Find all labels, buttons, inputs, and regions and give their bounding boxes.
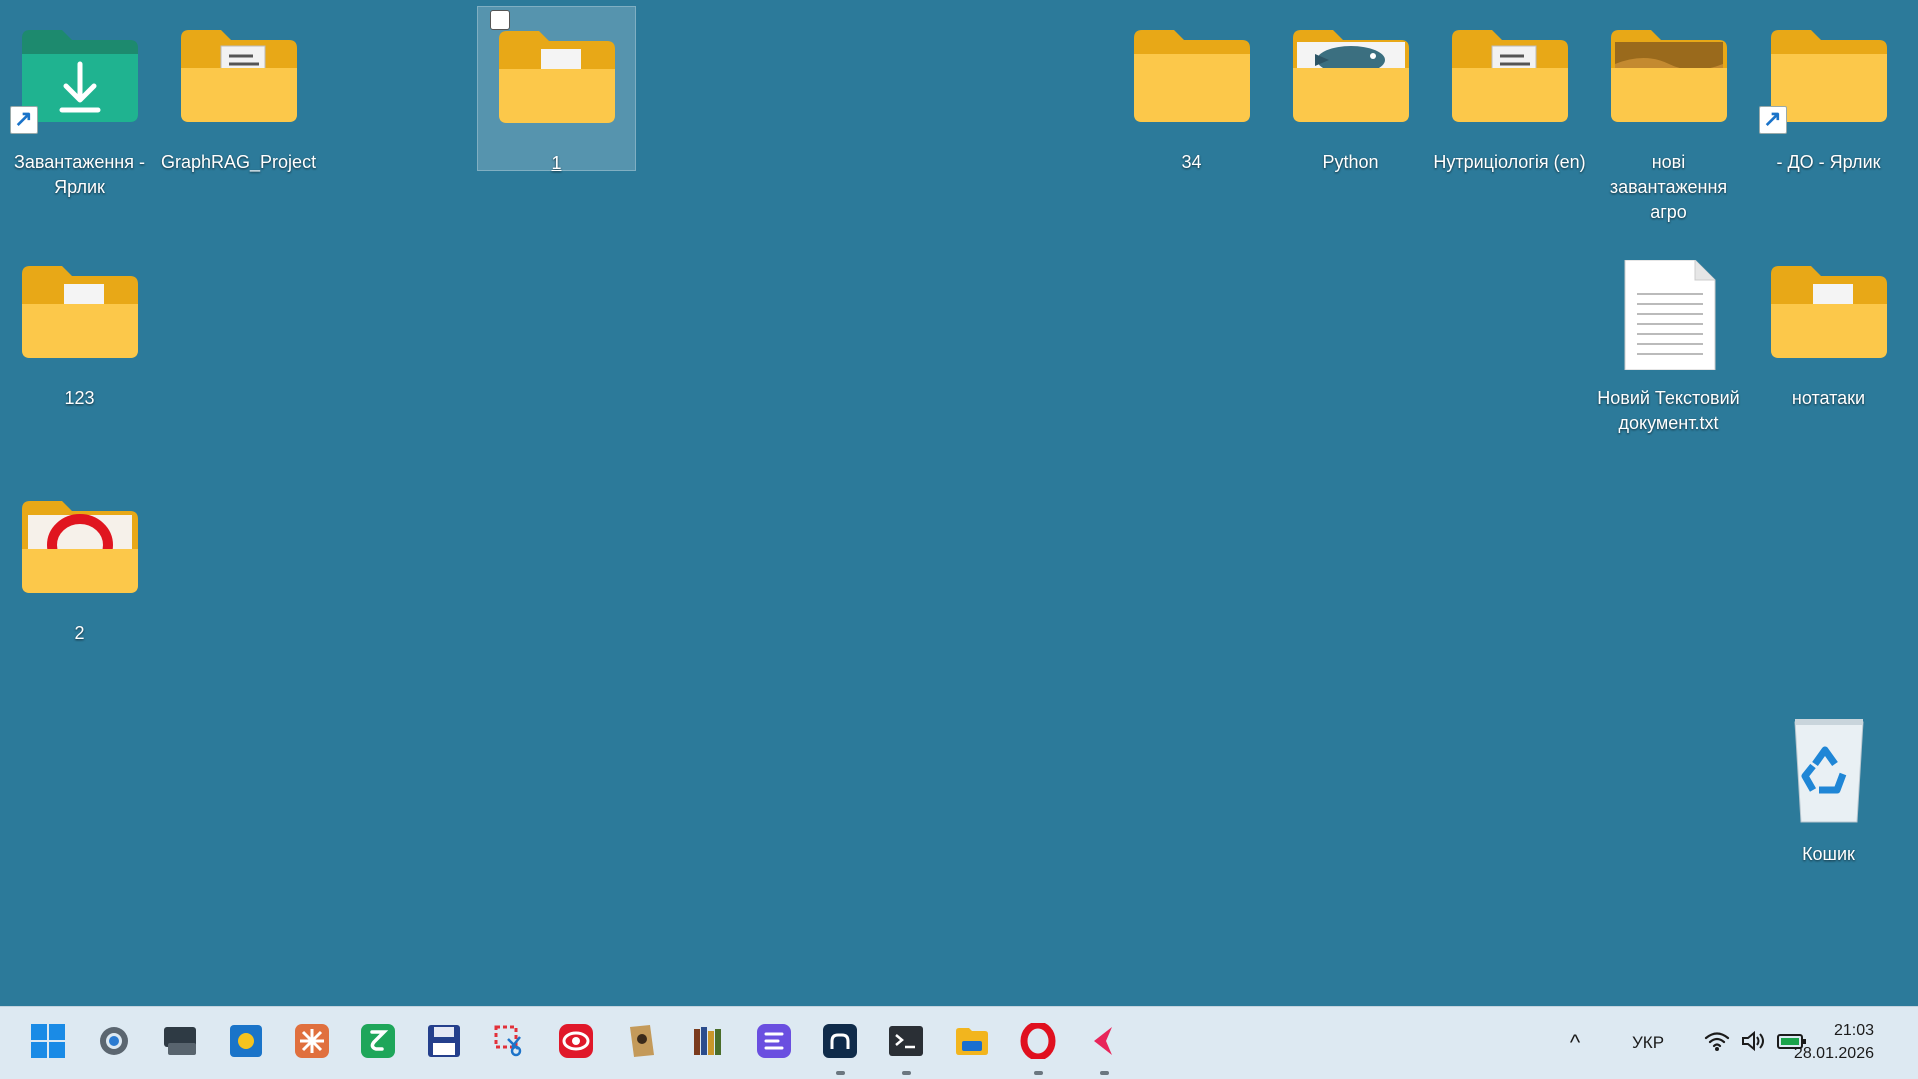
floppy-icon <box>428 1025 460 1057</box>
taskbar-text-app[interactable] <box>754 1021 794 1061</box>
taskbar: ^ УКР 21:03 28.01.2026 <box>0 1006 1918 1079</box>
clock-time: 21:03 <box>1833 1022 1874 1039</box>
folder-icon <box>1607 24 1731 134</box>
desktop-icon-do-shortcut[interactable]: ↗ - ДО - Ярлик <box>1749 6 1908 175</box>
desktop-icon-label: GraphRAG_Project <box>161 152 317 172</box>
desktop-icon-label: Кошик <box>1802 844 1855 864</box>
desktop-icon-python[interactable]: Python <box>1271 6 1430 175</box>
taskbar-green-app[interactable] <box>358 1021 398 1061</box>
folder-icon <box>18 495 142 605</box>
keyboard-icon <box>164 1027 196 1055</box>
folder-icon <box>1448 24 1572 134</box>
book-icon <box>630 1025 654 1057</box>
arrow-icon <box>1094 1027 1112 1055</box>
folder-shortcut-icon: ↗ <box>1758 24 1891 134</box>
running-indicator <box>902 1071 911 1075</box>
desktop-icon-folder-34[interactable]: 34 <box>1112 6 1271 175</box>
red-eye-icon <box>559 1024 593 1058</box>
desktop-icon-label: Завантаження - Ярлик <box>14 152 145 197</box>
gear-icon <box>100 1027 128 1055</box>
recycle-bin-icon <box>1767 716 1891 826</box>
system-tray: ^ УКР <box>1560 1007 1808 1079</box>
desktop-icon-folder-2[interactable]: 2 <box>0 477 159 646</box>
desktop-icon-recycle-bin[interactable]: Кошик <box>1749 698 1908 867</box>
text-file-icon <box>1607 259 1731 371</box>
zeta-icon <box>361 1024 395 1058</box>
desktop-icon-label: 34 <box>1181 152 1202 172</box>
folder-icon <box>1767 260 1891 370</box>
taskbar-library-app[interactable] <box>688 1021 728 1061</box>
shortcut-arrow-icon: ↗ <box>1758 106 1787 134</box>
windows-tile-icon <box>230 1025 262 1057</box>
sparkle-icon <box>295 1024 329 1058</box>
desktop-icon-graphrag-project[interactable]: GraphRAG_Project <box>159 6 318 175</box>
taskbar-snipping-tool[interactable] <box>490 1021 530 1061</box>
taskbar-arrow-app[interactable] <box>1084 1021 1124 1075</box>
shortcut-arrow-icon: ↗ <box>9 106 38 134</box>
taskbar-windows-explorer-app[interactable] <box>226 1021 266 1061</box>
desktop-icon-label: 1 <box>551 153 562 173</box>
running-indicator <box>1100 1071 1109 1075</box>
desktop-icon-nutriciologia[interactable]: Нутриціологія (en) <box>1430 6 1589 175</box>
desktop-icon-new-text-document[interactable]: Новий Текстовий документ.txt <box>1589 242 1748 436</box>
running-indicator <box>1034 1071 1043 1075</box>
desktop-icon-downloads-shortcut[interactable]: ↗ Завантаження - Ярлик <box>0 6 159 200</box>
desktop-icon-label: нотатаки <box>1791 388 1866 408</box>
lines-icon <box>757 1024 791 1058</box>
taskbar-opera[interactable] <box>1018 1021 1058 1075</box>
language-indicator[interactable]: УКР <box>1632 1033 1664 1053</box>
desktop-icon-label: 2 <box>74 623 85 643</box>
prompt-icon <box>823 1024 857 1058</box>
desktop-icon-label: Новий Текстовий документ.txt <box>1597 388 1740 433</box>
windows-logo-icon <box>31 1024 65 1058</box>
taskbar-terminal[interactable] <box>886 1021 926 1075</box>
desktop-icon-label: 123 <box>64 388 95 408</box>
start-button[interactable] <box>28 1021 68 1061</box>
taskbar-notes-app[interactable] <box>622 1021 662 1061</box>
clock[interactable]: 21:03 28.01.2026 <box>1794 1019 1874 1065</box>
desktop-icon-notataky[interactable]: нотатаки <box>1749 242 1908 411</box>
desktop-icon-label: Python <box>1322 152 1379 172</box>
desktop-icon-folder-1[interactable]: 1 <box>477 6 636 173</box>
opera-icon <box>1020 1023 1056 1059</box>
desktop-icon-label: - ДО - Ярлик <box>1776 152 1881 172</box>
folder-icon <box>1289 24 1413 134</box>
folder-icon <box>495 25 619 135</box>
desktop-icon-novi-zavantazhennia[interactable]: нові завантаження агро <box>1589 6 1748 225</box>
taskbar-file-explorer[interactable] <box>952 1021 992 1061</box>
desktop-icon-label: нові завантаження агро <box>1609 152 1728 222</box>
desktop: ↗ Завантаження - Ярлик GraphRAG_Project … <box>0 0 1918 1006</box>
folder-icon <box>18 260 142 370</box>
folder-icon <box>956 1028 988 1055</box>
taskbar-keyboard-app[interactable] <box>160 1021 200 1061</box>
desktop-icon-label: Нутриціологія (en) <box>1433 152 1586 172</box>
folder-icon <box>1130 24 1254 134</box>
download-shortcut-icon: ↗ <box>9 24 142 134</box>
clock-date: 28.01.2026 <box>1793 1045 1874 1062</box>
taskbar-terminal-app-2[interactable] <box>820 1021 860 1075</box>
taskbar-claude-app[interactable] <box>292 1021 332 1061</box>
terminal-icon <box>889 1026 923 1056</box>
running-indicator <box>836 1071 845 1075</box>
taskbar-settings[interactable] <box>94 1021 134 1061</box>
books-icon <box>694 1027 721 1055</box>
folder-icon <box>177 24 301 134</box>
wifi-icon[interactable] <box>1704 1030 1730 1057</box>
desktop-icon-folder-123[interactable]: 123 <box>0 242 159 411</box>
volume-icon[interactable] <box>1740 1030 1766 1057</box>
taskbar-media-app[interactable] <box>556 1021 596 1061</box>
taskbar-disk-app[interactable] <box>424 1021 464 1061</box>
chevron-up-icon[interactable]: ^ <box>1560 1030 1590 1056</box>
scissors-icon <box>494 1025 522 1057</box>
